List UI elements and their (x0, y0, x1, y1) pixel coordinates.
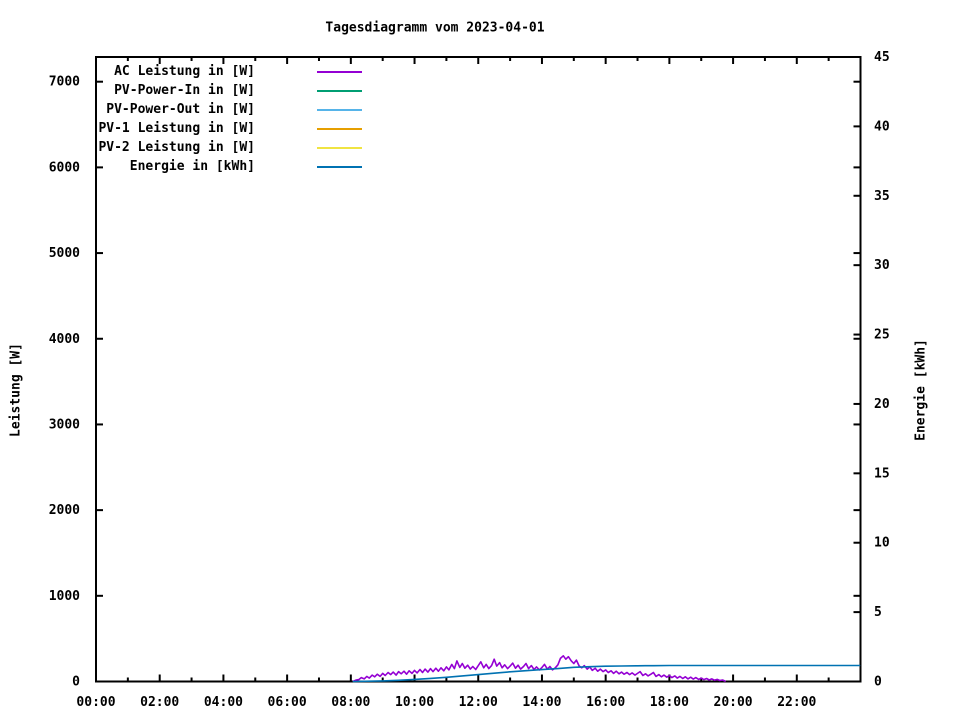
y-right-tick-label: 45 (874, 50, 890, 65)
legend-item: PV-Power-Out in [W] (90, 100, 370, 119)
legend-line-swatch (317, 89, 362, 92)
y-left-tick-label: 1000 (49, 589, 80, 604)
legend-item: PV-Power-In in [W] (90, 81, 370, 100)
legend-label: PV-Power-In in [W] (114, 83, 255, 98)
legend-line-swatch (317, 70, 362, 73)
legend-line-swatch (317, 165, 362, 168)
legend-label: AC Leistung in [W] (114, 64, 255, 79)
y-right-tick-label: 25 (874, 328, 890, 343)
x-tick-label: 04:00 (204, 695, 243, 710)
chart-title: Tagesdiagramm vom 2023-04-01 (325, 20, 545, 36)
legend-line-swatch (317, 108, 362, 111)
x-tick-label: 02:00 (140, 695, 179, 710)
y-right-tick-label: 5 (874, 605, 882, 620)
y-left-tick-label: 5000 (49, 246, 80, 261)
y-axis-label-left: Leistung [W] (8, 343, 24, 437)
x-tick-label: 08:00 (331, 695, 370, 710)
chart-figure: 00:00 02:00 04:00 06:00 08:00 10:00 12:00 14:00… (0, 0, 960, 720)
x-tick-label: 06:00 (268, 695, 307, 710)
y-axis-label-right: Energie [kWh] (913, 339, 929, 441)
y-right-tick-label: 15 (874, 466, 890, 481)
legend-item: PV-2 Leistung in [W] (90, 138, 370, 157)
x-tick-label: 12:00 (459, 695, 498, 710)
x-tick-label: 10:00 (395, 695, 434, 710)
y-left-tick-label: 3000 (49, 417, 80, 432)
x-tick-label: 22:00 (777, 695, 816, 710)
y-left-tick-label: 6000 (49, 160, 80, 175)
y-right-tick-label: 20 (874, 397, 890, 412)
legend-line-swatch (317, 127, 362, 130)
legend-item: AC Leistung in [W] (90, 62, 370, 81)
y-left-tick-label: 0 (72, 675, 80, 690)
legend-label: PV-2 Leistung in [W] (98, 140, 255, 155)
y-left-tick-label: 7000 (49, 75, 80, 90)
y-right-tick-label: 30 (874, 258, 890, 273)
legend-line-swatch (317, 146, 362, 149)
x-tick-label: 18:00 (650, 695, 689, 710)
x-tick-label: 16:00 (586, 695, 625, 710)
legend-label: PV-1 Leistung in [W] (98, 121, 255, 136)
y-right-tick-label: 10 (874, 536, 890, 551)
y-right-tick-label: 35 (874, 189, 890, 204)
y-left-tick-label: 4000 (49, 332, 80, 347)
x-tick-label: 14:00 (522, 695, 561, 710)
x-tick-label: 20:00 (714, 695, 753, 710)
legend-label: Energie in [kWh] (129, 159, 255, 174)
legend-item: PV-1 Leistung in [W] (90, 119, 370, 138)
y-right-tick-label: 40 (874, 119, 890, 134)
x-tick-label: 00:00 (76, 695, 115, 710)
legend-item: Energie in [kWh] (90, 157, 370, 176)
y-left-tick-label: 2000 (49, 503, 80, 518)
legend-label: PV-Power-Out in [W] (106, 102, 255, 117)
y-right-tick-label: 0 (874, 675, 882, 690)
legend: AC Leistung in [W] PV-Power-In in [W] PV-P… (90, 62, 370, 176)
